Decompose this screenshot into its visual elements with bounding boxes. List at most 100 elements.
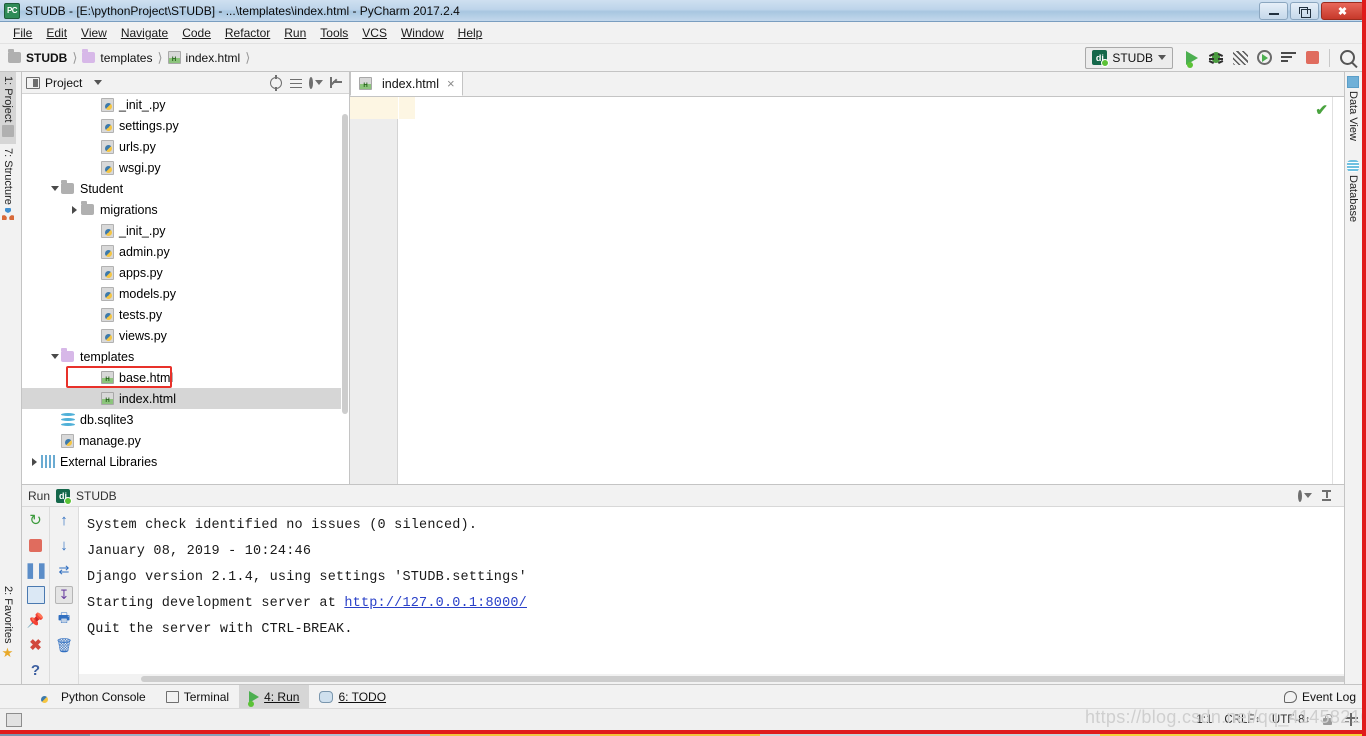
menu-vcs[interactable]: VCS [355, 24, 394, 42]
chevron-down-icon[interactable] [94, 80, 103, 85]
stop-icon[interactable] [27, 536, 45, 554]
tree-node-student[interactable]: Student [22, 178, 349, 199]
close-icon[interactable]: × [447, 76, 455, 91]
close-icon[interactable]: ✖ [27, 636, 45, 654]
menu-file[interactable]: File [6, 24, 39, 42]
menu-tools[interactable]: Tools [313, 24, 355, 42]
menu-edit[interactable]: Edit [39, 24, 74, 42]
project-tree-scrollbar[interactable] [341, 114, 349, 444]
tree-node-migrations[interactable]: migrations [22, 199, 349, 220]
tree-node-urls-py[interactable]: urls.py [22, 136, 349, 157]
editor-scrollbar[interactable] [1332, 97, 1344, 484]
profile-button[interactable] [1253, 47, 1275, 69]
django-icon: dj [1092, 50, 1110, 67]
html-file-icon: H [101, 392, 114, 405]
scroll-to-end-icon[interactable]: ↧ [55, 586, 73, 604]
tree-node-tests-py[interactable]: tests.py [22, 304, 349, 325]
inspection-status-icon[interactable]: ✔ [1315, 101, 1328, 119]
breadcrumb-item-templates[interactable]: templates [82, 49, 152, 65]
print-icon[interactable]: 🖶 [55, 610, 73, 629]
chevron-down-icon[interactable] [48, 182, 61, 195]
caret-position[interactable]: 1:1 [1196, 714, 1212, 726]
search-everywhere-button[interactable] [1336, 47, 1358, 69]
git-branch-icon[interactable] [1345, 713, 1358, 726]
breadcrumb-item-project[interactable]: STUDB [8, 49, 67, 65]
tree-node--init-py[interactable]: _init_.py [22, 220, 349, 241]
menu-view[interactable]: View [74, 24, 114, 42]
status-memory-indicator[interactable] [6, 712, 22, 727]
line-separator-selector[interactable]: CRLF ↕ [1224, 714, 1260, 726]
sidebar-item-favorites[interactable]: 2: Favorites ★ [0, 582, 16, 682]
sidebar-item-structure[interactable]: 7: Structure [0, 144, 16, 236]
chevron-right-icon[interactable] [28, 455, 41, 468]
tree-node-db-sqlite3[interactable]: db.sqlite3 [22, 409, 349, 430]
sidebar-item-database[interactable]: Database [1345, 156, 1361, 240]
locate-icon[interactable] [269, 74, 283, 91]
console-vertical-scrollbar[interactable] [1332, 507, 1344, 684]
run-configuration-selector[interactable]: dj STUDB [1085, 46, 1173, 69]
hide-icon[interactable] [1320, 489, 1334, 503]
chevron-right-icon[interactable] [68, 203, 81, 216]
project-tree[interactable]: _init_.py settings.py urls.py wsgi.py Studen… [22, 94, 349, 484]
settings-icon[interactable] [1298, 489, 1312, 503]
tree-node-index-html[interactable]: Hindex.html [22, 388, 349, 409]
hide-icon[interactable] [329, 76, 343, 90]
menu-refactor[interactable]: Refactor [218, 24, 277, 42]
rerun-icon[interactable]: ↻ [27, 511, 45, 529]
chevron-down-icon[interactable] [48, 350, 61, 363]
tree-node-base-html[interactable]: Hbase.html [22, 367, 349, 388]
tree-node-admin-py[interactable]: admin.py [22, 241, 349, 262]
menu-run[interactable]: Run [277, 24, 313, 42]
sidebar-item-data-view[interactable]: Data View [1345, 72, 1361, 156]
pin-icon[interactable]: 📌 [27, 611, 45, 629]
console-horizontal-scrollbar[interactable] [79, 674, 1344, 684]
menu-code[interactable]: Code [175, 24, 218, 42]
editor-tab-index-html[interactable]: H index.html × [350, 71, 463, 96]
server-url-link[interactable]: http://127.0.0.1:8000/ [344, 596, 527, 611]
close-button[interactable]: ✖ [1321, 2, 1364, 20]
tab-run[interactable]: 4: Run [239, 684, 310, 709]
tree-node-wsgi-py[interactable]: wsgi.py [22, 157, 349, 178]
tree-node-models-py[interactable]: models.py [22, 283, 349, 304]
event-log-button[interactable]: Event Log [1283, 690, 1356, 704]
up-arrow-icon[interactable]: ↑ [55, 511, 73, 529]
encoding-selector[interactable]: UTF-8 ↕ [1272, 714, 1310, 726]
tab-python-console[interactable]: Python Console [28, 685, 156, 709]
tree-node--init-py[interactable]: _init_.py [22, 94, 349, 115]
coverage-icon [1232, 50, 1248, 65]
coverage-button[interactable] [1229, 47, 1251, 69]
trash-icon[interactable]: 🗑 [55, 636, 73, 654]
tree-node-templates[interactable]: templates [22, 346, 349, 367]
minimize-button[interactable] [1259, 2, 1288, 20]
console-icon[interactable] [26, 586, 45, 604]
down-arrow-icon[interactable]: ↓ [55, 536, 73, 554]
run-with-console-button[interactable] [1277, 47, 1299, 69]
menu-navigate[interactable]: Navigate [114, 24, 175, 42]
profile-icon [1256, 50, 1272, 65]
soft-wrap-icon[interactable]: ⇄ [55, 561, 73, 579]
tree-node-manage-py[interactable]: manage.py [22, 430, 349, 451]
tree-node-external-libraries[interactable]: External Libraries [22, 451, 349, 472]
collapse-all-icon[interactable] [289, 76, 303, 90]
settings-icon[interactable] [309, 76, 323, 90]
help-icon[interactable]: ? [27, 661, 45, 679]
lock-icon[interactable] [1322, 713, 1333, 726]
breadcrumb-item-file[interactable]: H index.html [167, 51, 240, 65]
sidebar-item-project[interactable]: 1: Project [0, 72, 16, 144]
run-console-output[interactable]: System check identified no issues (0 sil… [78, 507, 1344, 684]
pause-icon[interactable]: ❚❚ [24, 561, 48, 579]
menu-window[interactable]: Window [394, 24, 451, 42]
editor-gutter[interactable] [350, 97, 398, 484]
tab-terminal[interactable]: Terminal [156, 685, 239, 709]
tree-node-apps-py[interactable]: apps.py [22, 262, 349, 283]
stop-button[interactable] [1301, 47, 1323, 69]
code-editor[interactable]: ✔ [350, 97, 1344, 484]
debug-button[interactable] [1205, 47, 1227, 69]
run-button[interactable] [1181, 47, 1203, 69]
tree-node-settings-py[interactable]: settings.py [22, 115, 349, 136]
menu-help[interactable]: Help [451, 24, 490, 42]
tab-todo[interactable]: 6: TODO [309, 685, 396, 709]
tree-node-views-py[interactable]: views.py [22, 325, 349, 346]
restore-button[interactable] [1290, 2, 1319, 20]
